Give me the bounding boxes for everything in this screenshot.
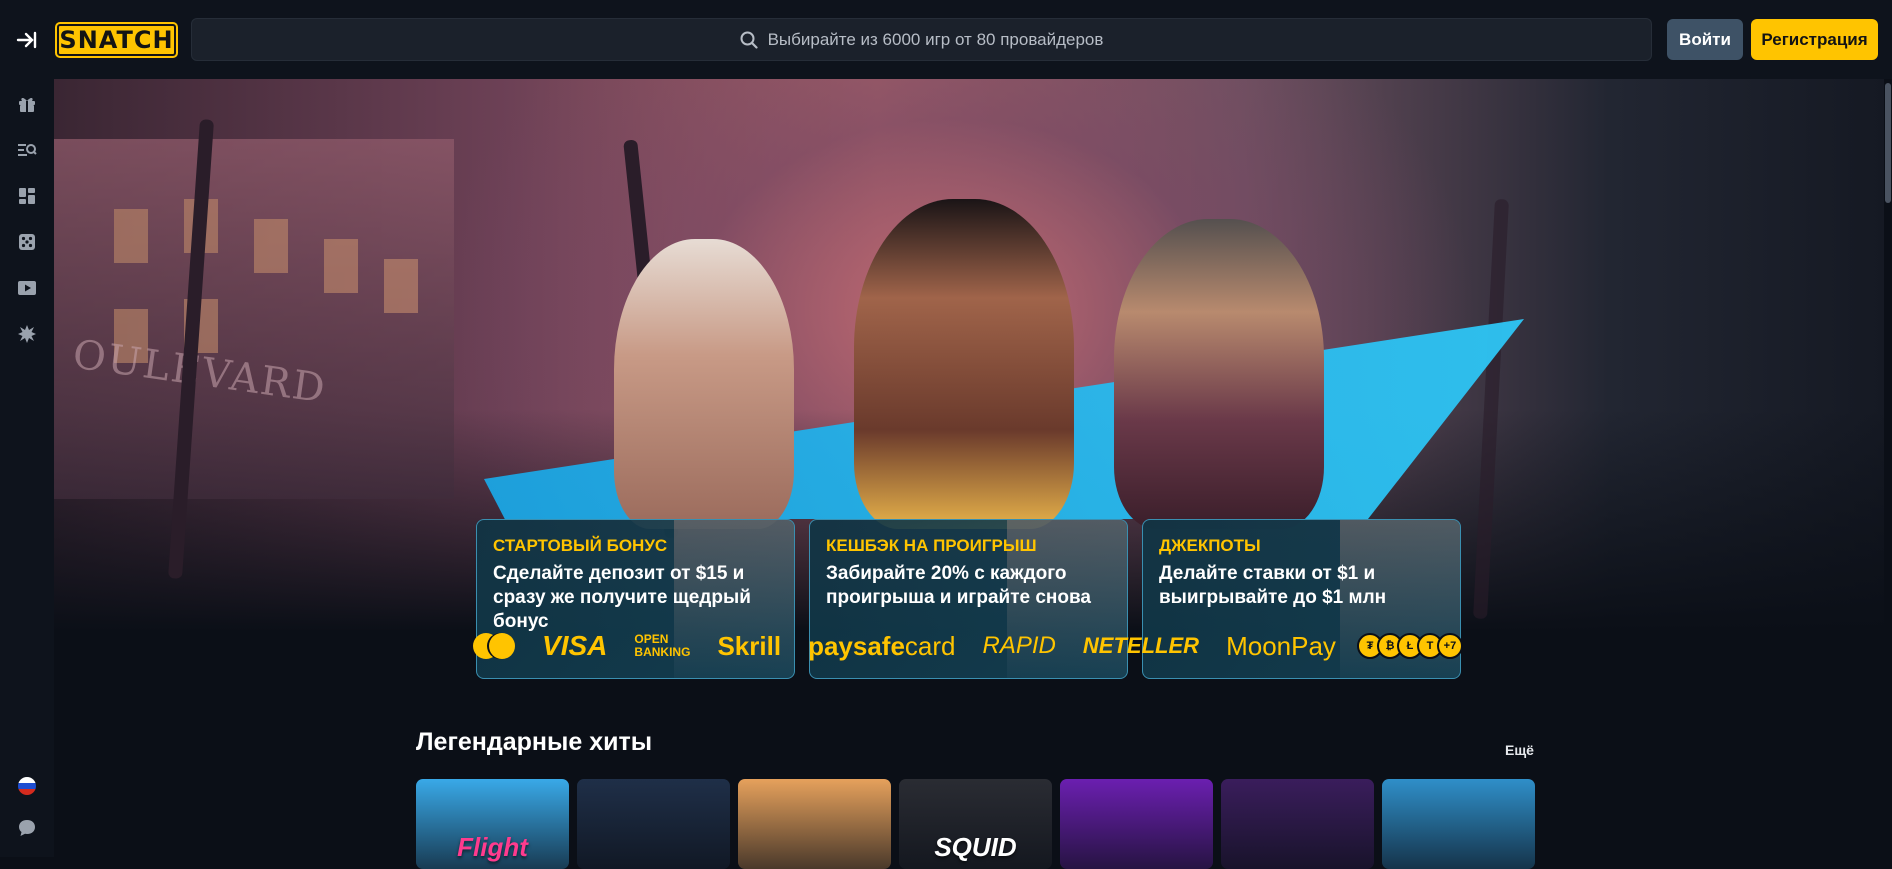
hero-character-man-sunglasses xyxy=(854,199,1074,529)
register-button[interactable]: Регистрация xyxy=(1751,19,1878,60)
sidebar-item-search[interactable] xyxy=(14,137,40,163)
top-header: SNATCH Выбирайте из 6000 игр от 80 прова… xyxy=(0,0,1892,79)
gift-icon xyxy=(19,97,35,112)
sidebar-item-table-games[interactable] xyxy=(14,229,40,255)
promo-text: Сделайте депозит от $15 и сразу же получ… xyxy=(493,563,751,632)
collapse-arrow-icon xyxy=(16,31,37,48)
game-search-input[interactable]: Выбирайте из 6000 игр от 80 провайдеров xyxy=(191,18,1652,61)
page-scrollbar xyxy=(1884,79,1892,857)
login-button[interactable]: Войти xyxy=(1667,19,1743,60)
open-banking-logo: OPEN BANKING xyxy=(634,632,691,659)
promo-text: Делайте ставки от $1 и выигрывайте до $1… xyxy=(1159,563,1387,608)
hero-building xyxy=(54,139,454,499)
promo-title: СТАРТОВЫЙ БОНУС xyxy=(493,536,668,555)
game-tile[interactable]: SQUID xyxy=(899,779,1052,869)
crypto-coins-logos: ₮ ₿ Ł T +7 xyxy=(1356,633,1463,659)
neteller-logo: NETELLER xyxy=(1082,633,1200,658)
chat-icon xyxy=(19,820,35,836)
scrollbar-thumb[interactable] xyxy=(1885,83,1891,203)
snatch-logo[interactable]: SNATCH xyxy=(57,23,176,56)
skrill-logo: Skrill xyxy=(717,630,782,661)
more-games-link[interactable]: Ещё xyxy=(1505,742,1534,758)
promo-title: КЕШБЭК НА ПРОИГРЫШ xyxy=(826,536,1037,555)
paysafecard-logo: paysafecard xyxy=(808,630,956,661)
game-title: SQUID xyxy=(934,832,1017,862)
live-play-icon xyxy=(18,281,36,295)
sidebar-item-promotions[interactable] xyxy=(14,91,40,117)
crypto-more-count: +7 xyxy=(1436,633,1463,659)
game-tile[interactable] xyxy=(738,779,891,869)
search-placeholder: Выбирайте из 6000 игр от 80 провайдеров xyxy=(767,29,1104,49)
hero-character-woman xyxy=(614,239,794,529)
mastercard-logo xyxy=(473,633,515,659)
games-row: Flight SQUID xyxy=(416,779,1536,869)
language-selector[interactable] xyxy=(14,773,40,799)
visa-logo: VISA xyxy=(542,630,608,661)
payment-methods-row: VISA OPEN BANKING Skrill paysafecard RAP… xyxy=(473,628,1463,664)
moonpay-logo: MoonPay xyxy=(1226,630,1336,661)
promo-text: Забирайте 20% с каждого проигрыша и игра… xyxy=(826,563,1091,608)
sidebar-item-specials[interactable] xyxy=(14,321,40,347)
sidebar-toggle-button[interactable] xyxy=(0,0,54,79)
game-tile[interactable]: Flight xyxy=(416,779,569,869)
sidebar-item-lobby[interactable] xyxy=(14,183,40,209)
game-tile[interactable] xyxy=(577,779,730,869)
search-icon xyxy=(740,31,758,49)
hero-banner: OULEVARD СТАРТОВЫЙ БОНУС Сделайте депози… xyxy=(54,79,1884,679)
search-list-icon xyxy=(18,144,37,156)
rapid-logo: RAPID xyxy=(982,632,1056,659)
game-tile[interactable] xyxy=(1221,779,1374,869)
hero-character-man-suit xyxy=(1114,219,1324,529)
game-title: Flight xyxy=(457,832,528,862)
game-tile[interactable] xyxy=(1060,779,1213,869)
left-sidebar xyxy=(0,79,54,857)
dice-icon xyxy=(19,234,35,250)
russian-flag-icon xyxy=(18,777,36,795)
section-title-legendary-hits: Легендарные хиты xyxy=(416,728,653,756)
game-tile[interactable] xyxy=(1382,779,1535,869)
starburst-icon xyxy=(18,325,36,343)
grid-icon xyxy=(19,188,35,204)
sidebar-item-live-casino[interactable] xyxy=(14,275,40,301)
promo-title: ДЖЕКПОТЫ xyxy=(1159,536,1261,555)
support-chat-button[interactable] xyxy=(14,815,40,841)
